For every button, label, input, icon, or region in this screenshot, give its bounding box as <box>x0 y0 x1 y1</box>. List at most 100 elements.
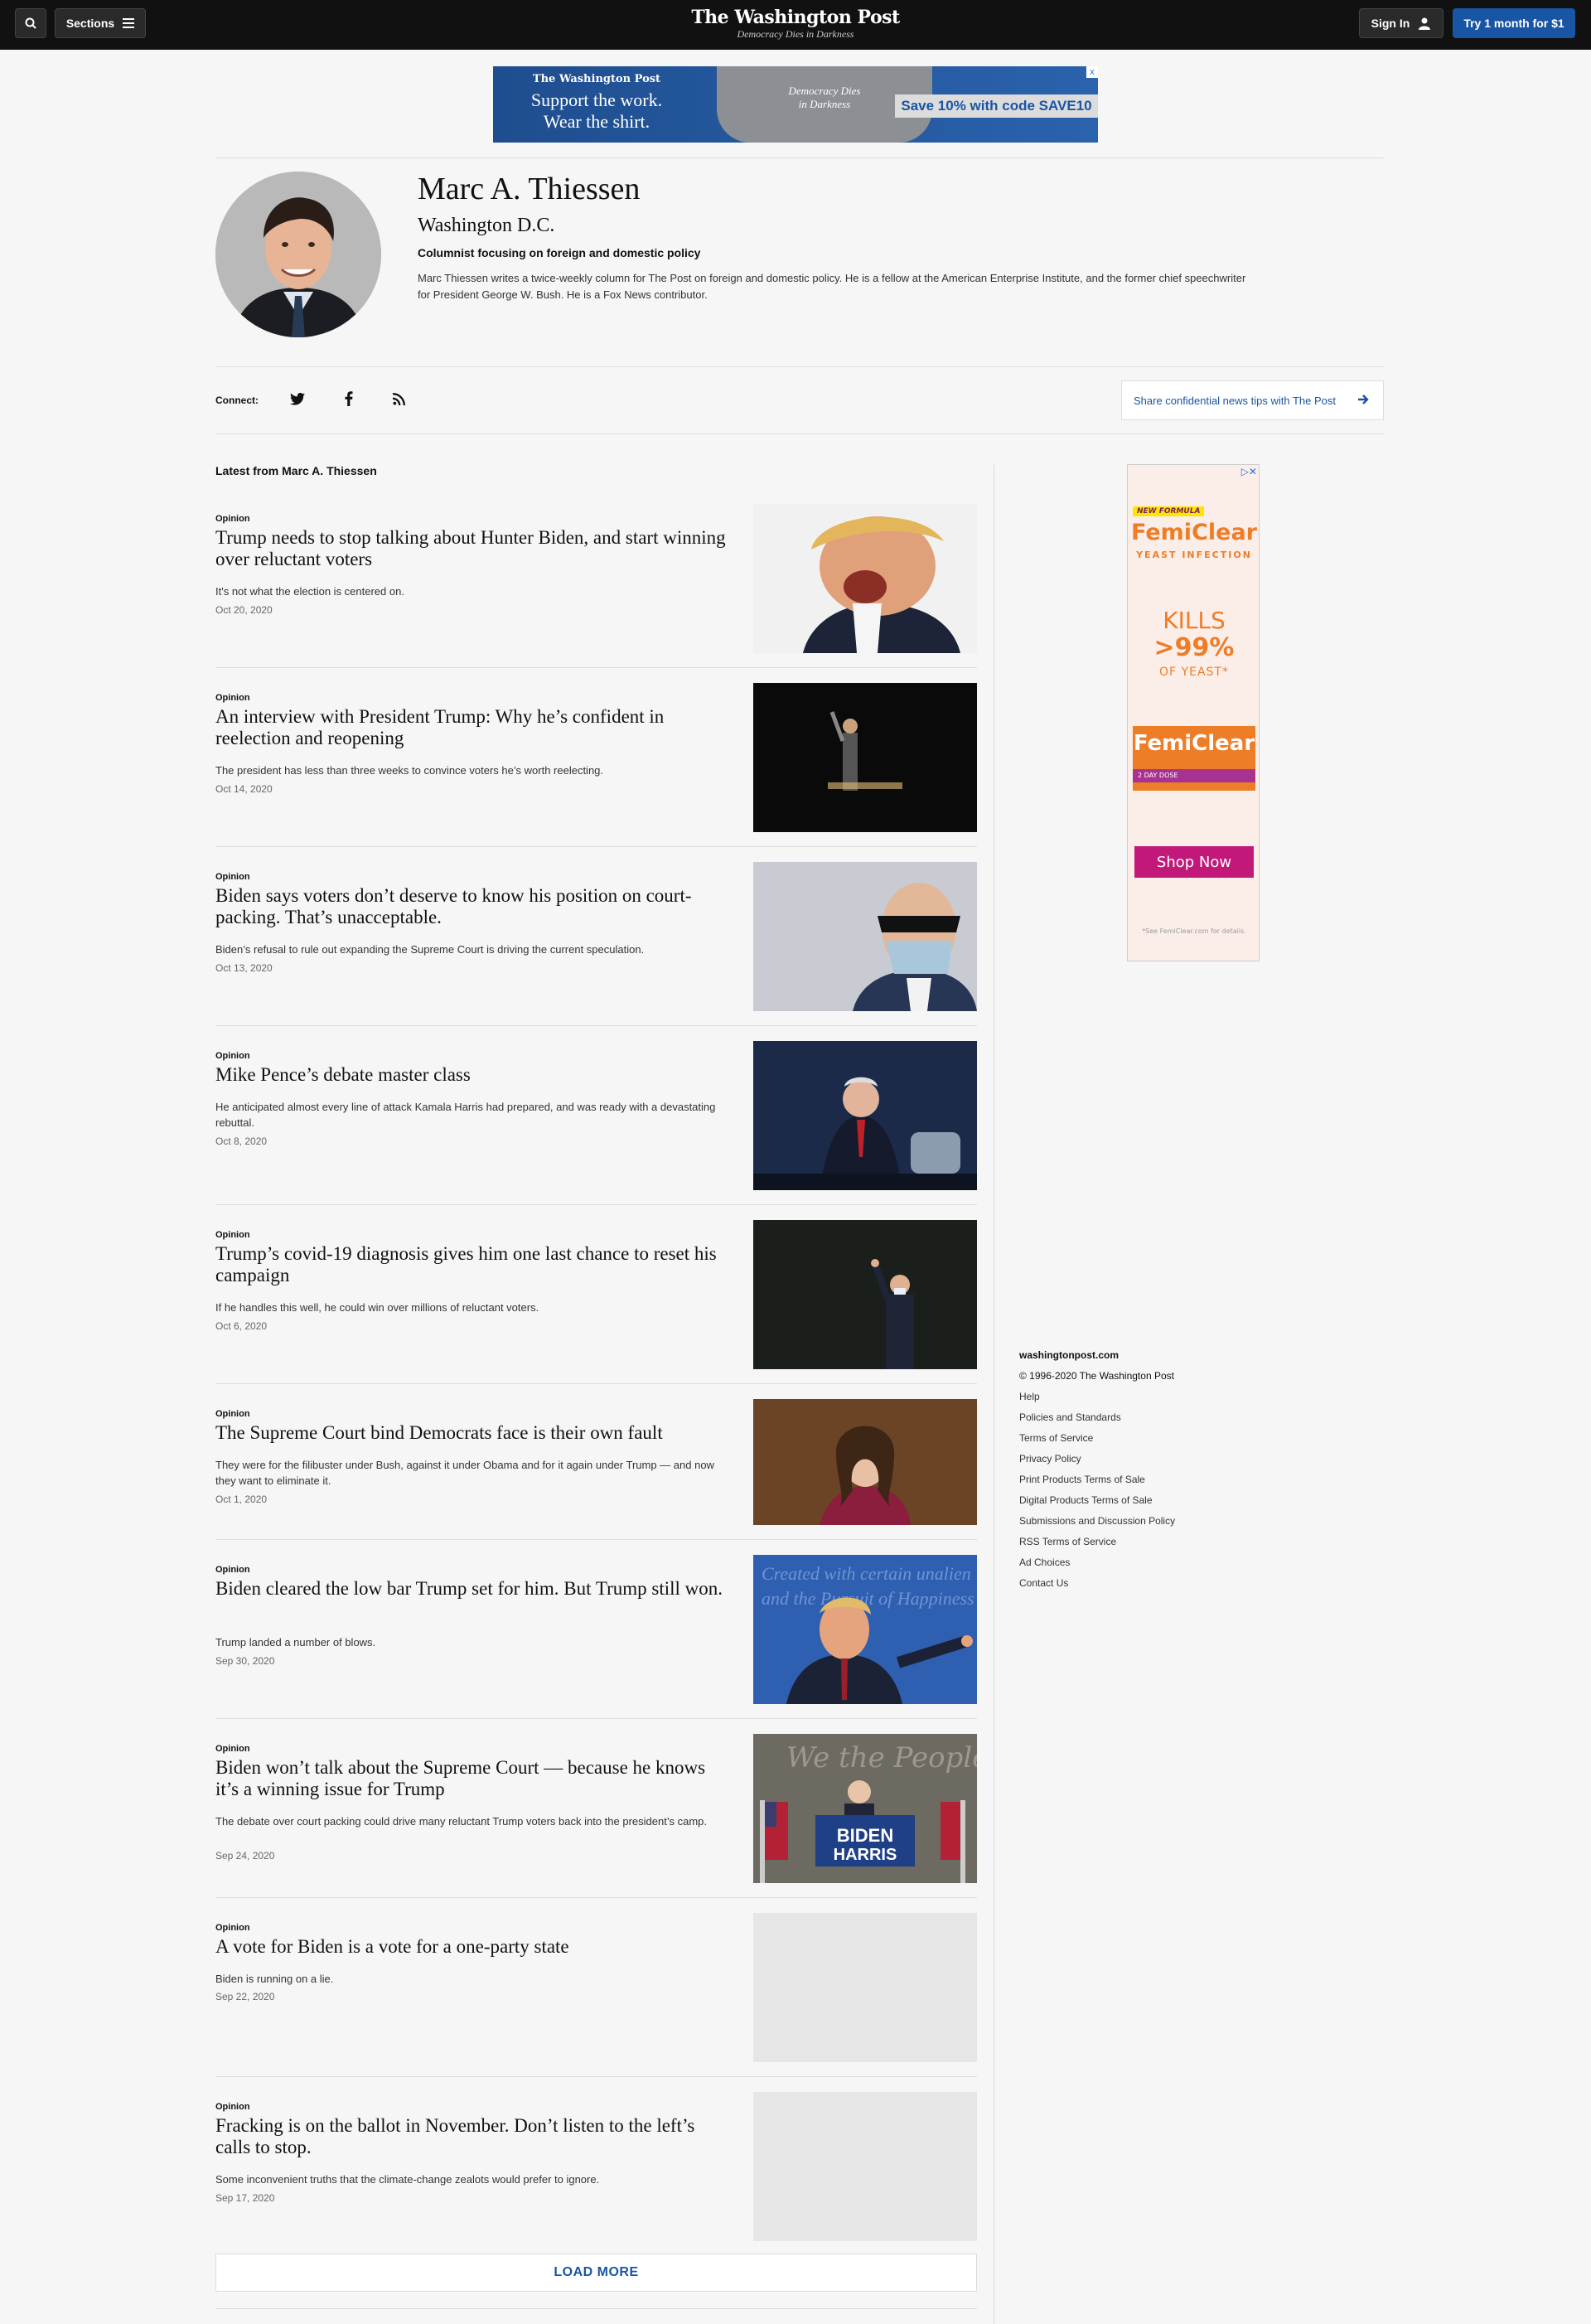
footer-link-print-terms[interactable]: Print Products Terms of Sale <box>1019 1469 1268 1490</box>
article-headline[interactable]: A vote for Biden is a vote for a one-par… <box>215 1936 729 1958</box>
rss-icon[interactable] <box>389 390 408 408</box>
hamburger-icon <box>123 18 135 28</box>
footer-link-ad-choices[interactable]: Ad Choices <box>1019 1552 1268 1573</box>
ad-subtitle: YEAST INFECTION <box>1136 550 1252 560</box>
article-kicker: Opinion <box>215 1230 250 1240</box>
article-blurb: He anticipated almost every line of atta… <box>215 1101 716 1129</box>
divider <box>215 1718 977 1719</box>
facebook-icon[interactable] <box>340 390 358 408</box>
ad-logo: The Washington Post <box>532 73 661 85</box>
article-headline[interactable]: Trump’s covid-19 diagnosis gives him one… <box>215 1243 729 1286</box>
footer-site: washingtonpost.com <box>1019 1349 1119 1361</box>
footer-link-rss[interactable]: RSS Terms of Service <box>1019 1532 1268 1552</box>
article-date: Sep 24, 2020 <box>215 1850 275 1862</box>
ad-choices-icon[interactable]: ▷✕ <box>1241 466 1257 477</box>
article-blurb: Biden’s refusal to rule out expanding th… <box>215 943 645 956</box>
article-kicker: Opinion <box>215 1051 250 1061</box>
ad-kills: KILLS <box>1163 607 1226 634</box>
shop-now-button[interactable]: Shop Now <box>1134 846 1254 878</box>
article-headline[interactable]: Biden won’t talk about the Supreme Court… <box>215 1757 729 1800</box>
divider <box>215 2308 977 2309</box>
sign-in-button[interactable]: Sign In <box>1359 8 1444 38</box>
ad-brand: FemiClear <box>1131 520 1257 545</box>
article-blurb: If he handles this well, he could win ov… <box>215 1301 539 1314</box>
share-tips-button[interactable]: Share confidential news tips with The Po… <box>1121 380 1384 420</box>
article-blurb: It's not what the election is centered o… <box>215 585 404 598</box>
article-headline[interactable]: Biden cleared the low bar Trump set for … <box>215 1578 729 1600</box>
article-image-placeholder[interactable] <box>753 1913 977 2062</box>
footer-link-help[interactable]: Help <box>1019 1387 1268 1407</box>
article-date: Oct 13, 2020 <box>215 962 273 974</box>
top-ad-banner[interactable]: The Washington Post Support the work. We… <box>493 66 1098 143</box>
article-image-placeholder[interactable] <box>753 2092 977 2241</box>
footer-copyright: © 1996-2020 The Washington Post <box>1019 1370 1174 1382</box>
svg-text:HARRIS: HARRIS <box>834 1846 897 1864</box>
svg-text:We the People: We the People <box>786 1741 977 1774</box>
article-date: Oct 20, 2020 <box>215 604 273 616</box>
article-image[interactable] <box>753 1399 977 1525</box>
article-kicker: Opinion <box>215 872 250 882</box>
article-blurb: Trump landed a number of blows. <box>215 1636 376 1649</box>
user-icon <box>1419 17 1431 30</box>
arrow-right-icon <box>1358 395 1369 404</box>
divider <box>215 1025 977 1026</box>
site-logo[interactable]: The Washington Post Democracy Dies in Da… <box>630 7 961 40</box>
article-kicker: Opinion <box>215 1409 250 1419</box>
svg-text:BIDEN: BIDEN <box>837 1825 893 1846</box>
search-button[interactable] <box>15 8 46 38</box>
subscribe-button[interactable]: Try 1 month for $1 <box>1453 8 1575 38</box>
divider <box>215 846 977 847</box>
sections-button[interactable]: Sections <box>55 8 146 38</box>
ad-line-2: Wear the shirt. <box>543 111 650 132</box>
twitter-icon[interactable] <box>288 390 307 408</box>
footer-link-policies[interactable]: Policies and Standards <box>1019 1407 1268 1428</box>
sections-label: Sections <box>65 17 115 30</box>
article-headline[interactable]: Fracking is on the ballot in November. D… <box>215 2115 729 2158</box>
svg-text:Created with certain unalien: Created with certain unalien <box>762 1563 971 1584</box>
article-image[interactable] <box>753 504 977 653</box>
article-blurb: The debate over court packing could driv… <box>215 1815 708 1828</box>
search-icon <box>25 17 36 29</box>
author-bio: Marc Thiessen writes a twice-weekly colu… <box>418 272 1246 301</box>
ad-box-brand: FemiClear <box>1133 731 1255 756</box>
ad-product-box: FemiClear 2 DAY DOSE <box>1133 726 1255 791</box>
article-headline[interactable]: Trump needs to stop talking about Hunter… <box>215 527 729 570</box>
footer-link-submissions[interactable]: Submissions and Discussion Policy <box>1019 1511 1268 1532</box>
svg-text:and the Pursuit of Happiness: and the Pursuit of Happiness <box>762 1588 974 1609</box>
article-image[interactable] <box>753 862 977 1011</box>
share-tips-label: Share confidential news tips with The Po… <box>1134 394 1337 407</box>
author-location: Washington D.C. <box>418 215 555 236</box>
article-image[interactable]: We the People BIDEN HARRIS <box>753 1734 977 1883</box>
sign-in-label: Sign In <box>1371 17 1410 30</box>
article-image[interactable] <box>753 683 977 832</box>
article-kicker: Opinion <box>215 1565 250 1575</box>
article-date: Oct 14, 2020 <box>215 783 273 795</box>
sidebar-ad[interactable]: ▷✕ NEW FORMULA FemiClear YEAST INFECTION… <box>1127 464 1260 961</box>
divider <box>215 157 1384 158</box>
ad-line-1: Support the work. <box>530 90 663 110</box>
footer-link-contact[interactable]: Contact Us <box>1019 1573 1268 1594</box>
top-nav-bar: Sections The Washington Post Democracy D… <box>0 0 1591 50</box>
latest-section-title: Latest from Marc A. Thiessen <box>215 464 377 477</box>
article-headline[interactable]: An interview with President Trump: Why h… <box>215 706 729 749</box>
footer-link-digital-terms[interactable]: Digital Products Terms of Sale <box>1019 1490 1268 1511</box>
logo-tagline: Democracy Dies in Darkness <box>737 28 854 40</box>
article-headline[interactable]: The Supreme Court bind Democrats face is… <box>215 1422 729 1444</box>
article-blurb: Biden is running on a lie. <box>215 1973 334 1985</box>
shirt-line-1: Democracy Dies <box>788 85 861 97</box>
article-blurb: Some inconvenient truths that the climat… <box>215 2173 600 2186</box>
article-headline[interactable]: Mike Pence’s debate master class <box>215 1064 729 1086</box>
author-role: Columnist focusing on foreign and domest… <box>418 246 701 259</box>
footer-link-terms[interactable]: Terms of Service <box>1019 1428 1268 1449</box>
footer-link-privacy[interactable]: Privacy Policy <box>1019 1449 1268 1469</box>
ad-promo-code: Save 10% with code SAVE10 <box>895 94 1098 118</box>
article-image[interactable] <box>753 1220 977 1369</box>
article-image[interactable] <box>753 1041 977 1190</box>
load-more-button[interactable]: LOAD MORE <box>215 2254 977 2292</box>
article-kicker: Opinion <box>215 2102 250 2112</box>
ad-badge: NEW FORMULA <box>1133 506 1205 516</box>
article-headline[interactable]: Biden says voters don’t deserve to know … <box>215 885 729 928</box>
ad-of-yeast: OF YEAST* <box>1159 666 1229 679</box>
ad-close-icon[interactable]: x <box>1086 66 1098 78</box>
article-image[interactable]: Created with certain unalien and the Purs… <box>753 1555 977 1704</box>
